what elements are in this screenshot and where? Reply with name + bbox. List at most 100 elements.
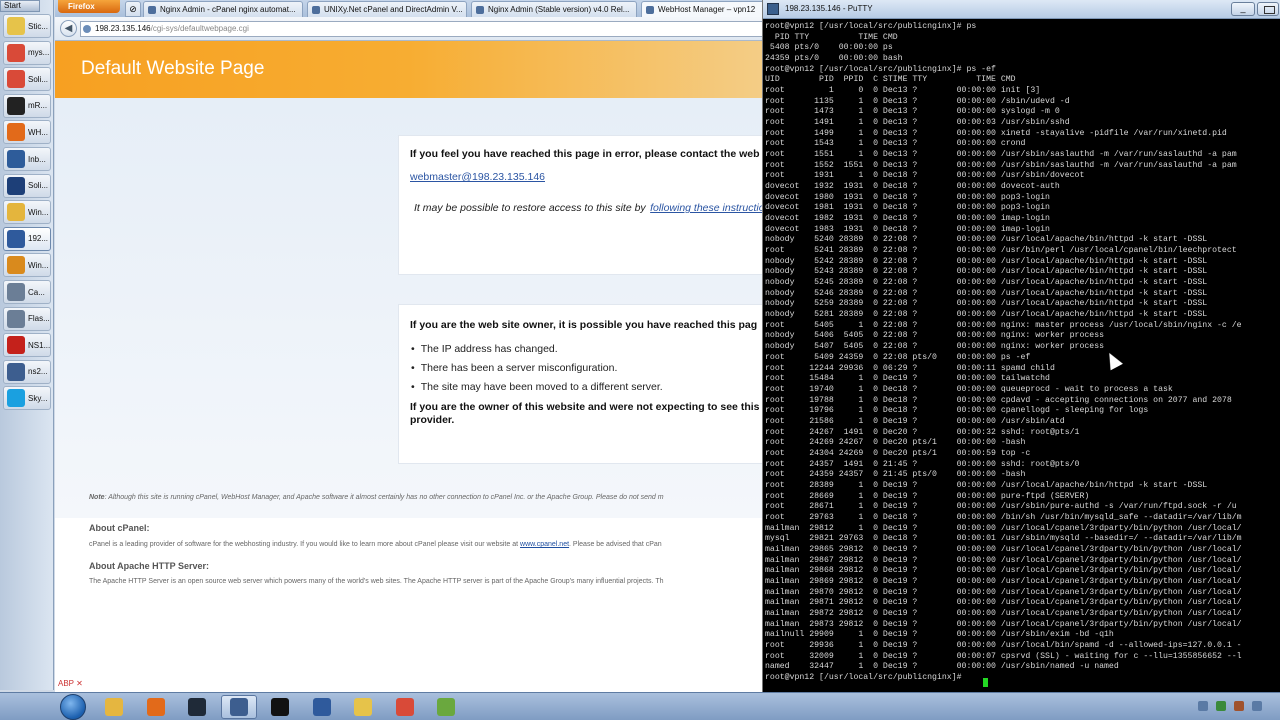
media-icon: [7, 256, 25, 275]
terminal-line: mailman 29865 29812 0 Dec19 ? 00:00:00 /…: [765, 544, 1242, 554]
firefox-window: Firefox ⊘ Nginx Admin - cPanel nginx aut…: [55, 0, 763, 692]
putty-titlebar[interactable]: 198.23.135.146 - PuTTY _: [763, 0, 1280, 19]
terminal-line: nobody 5281 28389 0 22:08 ? 00:00:00 /us…: [765, 310, 1208, 320]
taskbar-button[interactable]: [220, 695, 257, 719]
folder-icon: [7, 203, 25, 222]
terminal-line: root 24304 24269 0 Dec20 pts/1 00:00:59 …: [765, 448, 1031, 458]
terminal-line: root 24267 1491 0 Dec20 ? 00:00:32 sshd:…: [765, 427, 1080, 437]
terminal-line: mailman 29872 29812 0 Dec19 ? 00:00:00 /…: [765, 608, 1242, 618]
cpanel-website-link[interactable]: www.cpanel.net: [520, 541, 569, 548]
terminal-line: root 1491 1 0 Dec13 ? 00:00:03 /usr/sbin…: [765, 118, 1070, 128]
launcher-item[interactable]: Inb...: [3, 147, 51, 171]
terminal-line: dovecot 1932 1931 0 Dec18 ? 00:00:00 dov…: [765, 182, 1060, 192]
restore-access-line: It may be possible to restore access to …: [414, 198, 763, 216]
terminal-line: root 1551 1 0 Dec13 ? 00:00:00 /usr/sbin…: [765, 150, 1237, 160]
launcher-item[interactable]: Soli...: [3, 67, 51, 92]
terminal-line: mailman 29812 1 0 Dec19 ? 00:00:00 /usr/…: [765, 523, 1242, 533]
webmaster-email-link[interactable]: webmaster@198.23.135.146: [410, 171, 545, 183]
terminal-line: root 19788 1 0 Dec18 ? 00:00:00 cpdavd -…: [765, 395, 1232, 405]
terminal-line: nobody 5406 5405 0 22:08 ? 00:00:00 ngin…: [765, 331, 1105, 341]
launcher-item-label: Win...: [28, 207, 49, 217]
provider-text: provider.: [410, 414, 455, 426]
terminal-line: root 21586 1 0 Dec19 ? 00:00:00 /usr/sbi…: [765, 416, 1065, 426]
site-identity-icon[interactable]: [83, 25, 91, 33]
launcher-item-label: Soli...: [28, 181, 49, 191]
launcher-item[interactable]: mys...: [3, 40, 51, 65]
terminal-line: dovecot 1981 1931 0 Dec18 ? 00:00:00 pop…: [765, 203, 1050, 213]
launcher-item[interactable]: Win...: [3, 253, 51, 278]
terminal-line: UID PID PPID C STIME TTY TIME CMD: [765, 75, 1016, 85]
taskbar-button[interactable]: [304, 695, 340, 719]
windows-start-orb-icon[interactable]: [60, 694, 86, 720]
taskbar-button[interactable]: [179, 695, 215, 719]
launcher-item[interactable]: Flas...: [3, 306, 51, 331]
owner-not-expecting-text: If you are the owner of this website and…: [410, 401, 760, 413]
terminal-line: mailman 29868 29812 0 Dec19 ? 00:00:00 /…: [765, 566, 1242, 576]
owner-heading: If you are the web site owner, it is pos…: [410, 319, 758, 331]
terminal-line: root 24357 1491 0 21:45 ? 00:00:00 sshd:…: [765, 459, 1080, 469]
putty-icon[interactable]: [767, 3, 779, 15]
tab-group-icon[interactable]: ⊘: [125, 1, 141, 17]
terminal-line: root 29936 1 0 Dec19 ? 00:00:00 /usr/loc…: [765, 640, 1242, 650]
url-bar[interactable]: 198.23.135.146/cgi-sys/defaultwebpage.cg…: [80, 21, 763, 37]
launcher-item[interactable]: NS1...: [3, 333, 51, 358]
launcher-item[interactable]: Stic...: [3, 14, 51, 38]
launcher-item[interactable]: mR...: [3, 93, 51, 118]
launcher-item[interactable]: Ca...: [3, 280, 51, 304]
launcher-item[interactable]: WH...: [3, 120, 51, 145]
note-line: Note: Although this site is running cPan…: [89, 494, 664, 501]
about-apache-text: The Apache HTTP Server is an open source…: [89, 578, 664, 585]
launcher-item[interactable]: Sky...: [3, 386, 51, 411]
url-path: /cgi-sys/defaultwebpage.cgi: [150, 24, 249, 33]
maximize-button[interactable]: [1257, 2, 1279, 16]
launcher-start-button[interactable]: Start: [0, 0, 40, 12]
about-cpanel-text: cPanel is a leading provider of software…: [89, 541, 519, 548]
about-cpanel-tail: . Please be advised that cPan: [569, 541, 662, 548]
tray-arrow-icon[interactable]: [1198, 701, 1208, 711]
launcher-item[interactable]: 192...: [3, 226, 51, 251]
cmd-icon: [271, 698, 289, 716]
taskbar-button[interactable]: [387, 695, 423, 719]
firefox-icon: [146, 698, 165, 716]
back-arrow-icon[interactable]: ◀: [60, 20, 77, 37]
reason-list-item: The site may have been moved to a differ…: [411, 381, 663, 393]
browser-tab[interactable]: Nginx Admin - cPanel nginx automat...: [143, 1, 303, 17]
taskbar-button[interactable]: [262, 695, 298, 719]
launcher-item-label: mR...: [28, 101, 48, 111]
launcher-item-label: Inb...: [28, 154, 46, 164]
terminal-line: root 28671 1 0 Dec19 ? 00:00:00 /usr/sbi…: [765, 502, 1237, 512]
terminal-line: nobody 5243 28389 0 22:08 ? 00:00:00 /us…: [765, 267, 1208, 277]
taskbar-button[interactable]: [96, 695, 132, 719]
error-info-card: If you feel you have reached this page i…: [398, 135, 763, 275]
minimize-button[interactable]: _: [1231, 2, 1255, 16]
terminal-line: dovecot 1980 1931 0 Dec18 ? 00:00:00 pop…: [765, 192, 1050, 202]
chrome-icon: [7, 70, 25, 89]
browser-tab-bar: Firefox ⊘ Nginx Admin - cPanel nginx aut…: [55, 0, 763, 17]
windows-taskbar: [0, 692, 1280, 720]
terminal-line: named 32447 1 0 Dec19 ? 00:00:00 /usr/sb…: [765, 662, 1119, 672]
launcher-item[interactable]: Soli...: [3, 173, 51, 198]
browser-tab[interactable]: Nginx Admin (Stable version) v4.0 Rel...: [471, 1, 637, 17]
addon-bar-icons[interactable]: ABP ✕: [58, 679, 83, 688]
taskbar-button[interactable]: [428, 695, 464, 719]
tray-network-icon[interactable]: [1216, 701, 1226, 711]
putty-window: 198.23.135.146 - PuTTY _ root@vpn12 [/us…: [762, 0, 1280, 692]
launcher-item[interactable]: ns2...: [3, 359, 51, 384]
restore-instructions-link[interactable]: following these instructio: [650, 202, 763, 214]
browser-tab[interactable]: UNIXy.Net cPanel and DirectAdmin V...: [307, 1, 467, 17]
sticky-notes-icon: [354, 698, 372, 716]
terminal-line: root@vpn12 [/usr/local/src/publicnginx]#…: [765, 64, 996, 74]
desktop: Start Stic... mys... Soli... mR... WH... Inb.…: [0, 0, 1280, 720]
browser-tab-active[interactable]: WebHost Manager – vpn12: [641, 1, 763, 17]
taskbar-button[interactable]: [345, 695, 381, 719]
firefox-menu-button[interactable]: Firefox: [58, 0, 120, 13]
tray-app-icon[interactable]: [1234, 701, 1244, 711]
terminal-output[interactable]: root@vpn12 [/usr/local/src/publicnginx]#…: [765, 22, 1280, 692]
tray-volume-icon[interactable]: [1252, 701, 1262, 711]
launcher-item[interactable]: Win...: [3, 200, 51, 225]
restore-text: It may be possible to restore access to …: [414, 202, 646, 214]
taskbar-button[interactable]: [138, 695, 174, 719]
terminal-line: root 24359 24357 0 21:45 pts/0 00:00:00 …: [765, 470, 1026, 480]
terminal-line: dovecot 1982 1931 0 Dec18 ? 00:00:00 ima…: [765, 214, 1050, 224]
reason-list-item: There has been a server misconfiguration…: [411, 362, 618, 374]
